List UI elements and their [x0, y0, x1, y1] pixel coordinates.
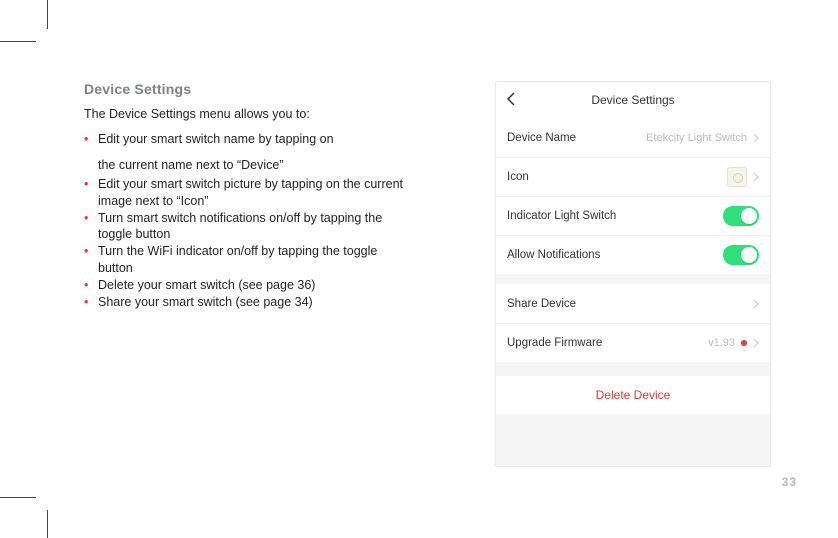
delete-label: Delete Device: [596, 388, 671, 402]
doc-content: Device Settings The Device Settings menu…: [84, 81, 414, 311]
chevron-right-icon: [753, 133, 759, 143]
cropmark: [47, 510, 48, 538]
row-label: Device Name: [507, 132, 576, 144]
settings-group-1: Device Name Etekcity Light Switch Icon I…: [496, 118, 770, 274]
bullet-list: Edit your smart switch name by tapping o…: [84, 131, 414, 148]
list-item: Share your smart switch (see page 34): [84, 294, 414, 311]
toggle-on[interactable]: [723, 245, 759, 265]
section-title: Device Settings: [84, 81, 414, 97]
chevron-right-icon: [753, 299, 759, 309]
page-number: 33: [782, 475, 797, 489]
row-label: Upgrade Firmware: [507, 337, 602, 349]
firmware-version: v1.93: [708, 337, 735, 349]
row-value: Etekcity Light Switch: [646, 132, 747, 144]
row-label: Indicator Light Switch: [507, 210, 616, 222]
row-device-name[interactable]: Device Name Etekcity Light Switch: [496, 118, 770, 157]
section-gap: [496, 274, 770, 284]
phone-mockup: Device Settings Device Name Etekcity Lig…: [495, 81, 771, 467]
cropmark: [0, 41, 36, 42]
switch-icon: [727, 167, 747, 187]
chevron-right-icon: [753, 172, 759, 182]
section-gap: [496, 362, 770, 376]
row-allow-notifications: Allow Notifications: [496, 235, 770, 274]
toggle-on[interactable]: [723, 206, 759, 226]
phone-title: Device Settings: [591, 93, 674, 107]
row-indicator-light: Indicator Light Switch: [496, 196, 770, 235]
list-item: Turn smart switch notifications on/off b…: [84, 210, 414, 244]
row-label: Icon: [507, 171, 529, 183]
row-label: Allow Notifications: [507, 249, 600, 261]
phone-header: Device Settings: [496, 82, 770, 118]
cropmark: [0, 497, 36, 498]
row-share-device[interactable]: Share Device: [496, 284, 770, 323]
page: Device Settings The Device Settings menu…: [47, 41, 801, 497]
update-dot-icon: [741, 340, 747, 346]
list-item: Edit your smart switch picture by tappin…: [84, 176, 414, 210]
list-item: Edit your smart switch name by tapping o…: [84, 131, 414, 148]
bullet-list: Edit your smart switch picture by tappin…: [84, 176, 414, 311]
row-upgrade-firmware[interactable]: Upgrade Firmware v1.93: [496, 323, 770, 362]
list-item: Delete your smart switch (see page 36): [84, 277, 414, 294]
intro-text: The Device Settings menu allows you to:: [84, 107, 414, 121]
delete-device-button[interactable]: Delete Device: [496, 376, 770, 414]
list-item: Turn the WiFi indicator on/off by tappin…: [84, 243, 414, 277]
settings-group-2: Share Device Upgrade Firmware v1.93: [496, 284, 770, 362]
cropmark: [47, 0, 48, 29]
row-icon[interactable]: Icon: [496, 157, 770, 196]
list-item-cont: the current name next to “Device”: [84, 157, 414, 174]
back-icon[interactable]: [506, 92, 522, 108]
row-label: Share Device: [507, 298, 576, 310]
chevron-right-icon: [753, 338, 759, 348]
